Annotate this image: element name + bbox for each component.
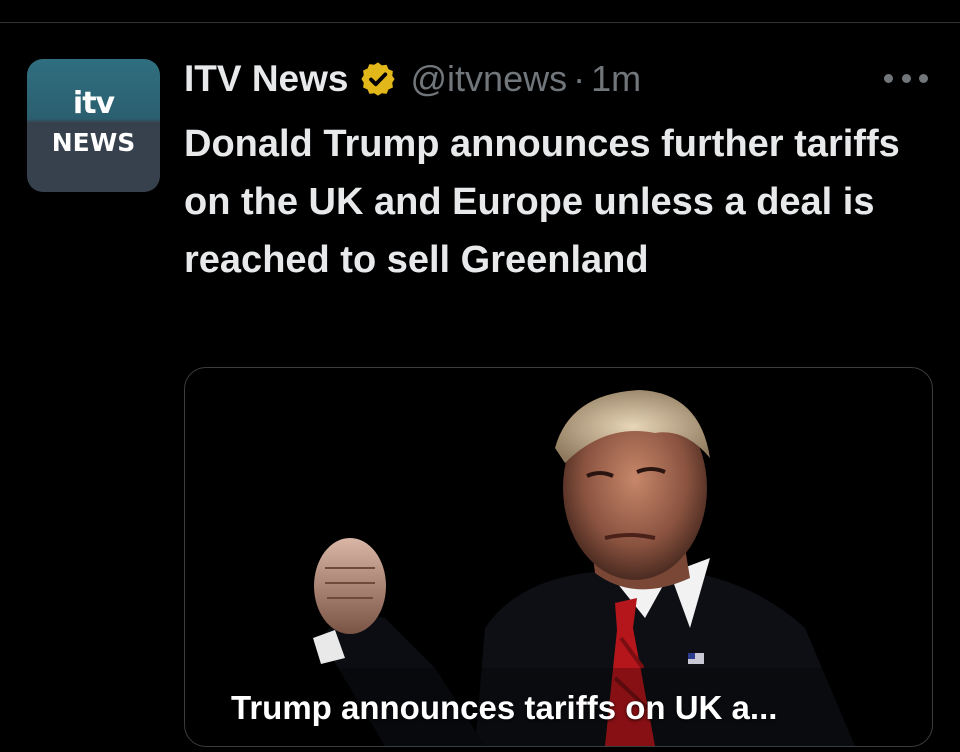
tweet-timestamp[interactable]: 1m: [591, 58, 641, 100]
avatar-logo-text: itv: [72, 85, 115, 121]
more-horizontal-icon[interactable]: [884, 63, 928, 93]
avatar-logo-subtext: NEWS: [51, 127, 136, 157]
media-caption: Trump announces tariffs on UK a...: [231, 689, 778, 726]
author-handle[interactable]: @itvnews: [411, 58, 568, 100]
media-card[interactable]: Trump announces tariffs on UK a...: [184, 367, 933, 747]
author-display-name[interactable]: ITV News: [184, 58, 349, 100]
top-divider: [0, 22, 960, 23]
tweet-text: Donald Trump announces further tariffs o…: [184, 123, 900, 281]
verified-badge-icon[interactable]: [359, 60, 397, 98]
tweet-header: ITV News @itvnews · 1m: [184, 56, 641, 102]
separator-dot: ·: [573, 58, 586, 99]
avatar[interactable]: itv NEWS: [27, 59, 160, 192]
